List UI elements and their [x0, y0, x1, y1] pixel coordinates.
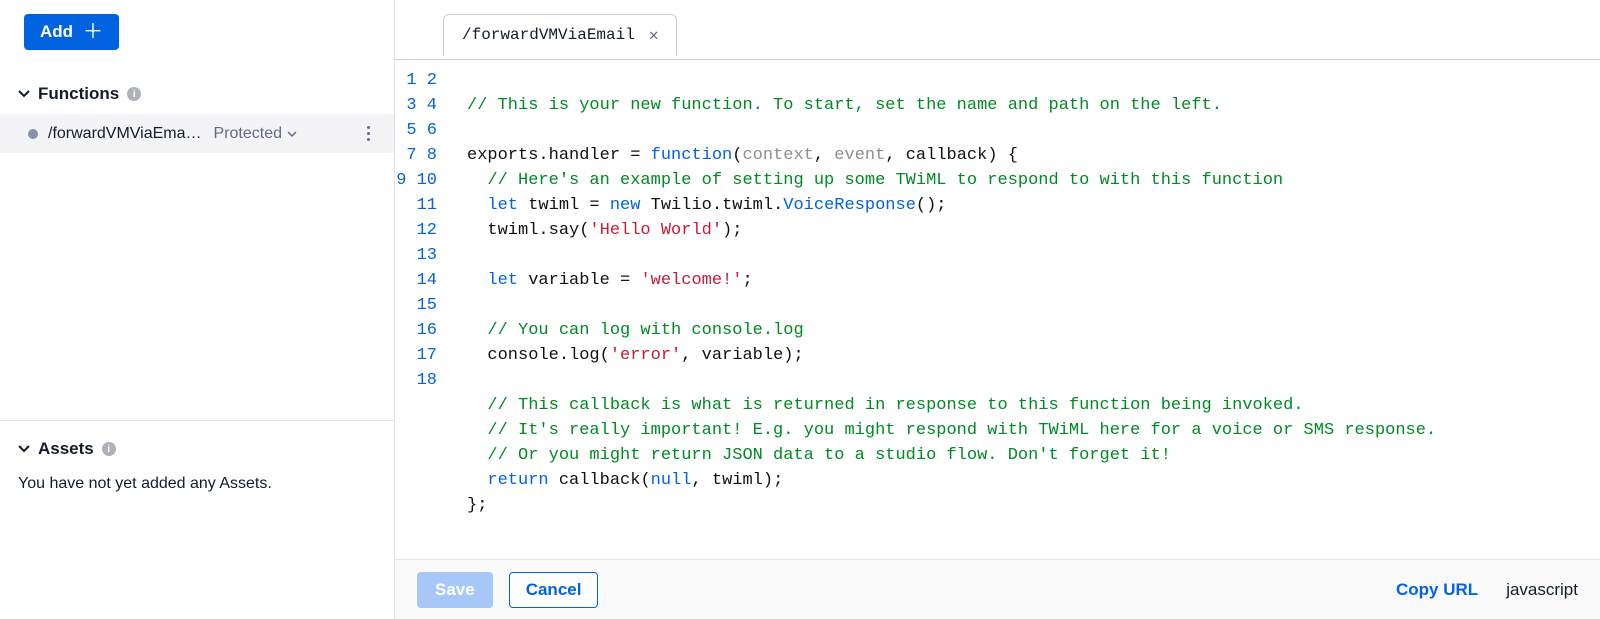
functions-header-label: Functions — [38, 84, 119, 104]
tab-title: /forwardVMViaEmail — [462, 26, 635, 44]
copy-url-link[interactable]: Copy URL — [1396, 580, 1478, 600]
protection-dropdown[interactable]: Protected — [214, 125, 298, 143]
add-button[interactable]: Add ＋ — [24, 14, 119, 50]
info-icon: i — [127, 87, 141, 101]
no-assets-text: You have not yet added any Assets. — [0, 469, 394, 499]
assets-header-label: Assets — [38, 439, 94, 459]
language-label: javascript — [1506, 580, 1578, 600]
save-button[interactable]: Save — [417, 572, 493, 608]
more-menu-button[interactable] — [359, 122, 378, 145]
add-button-label: Add — [40, 22, 73, 42]
status-dot-icon — [28, 129, 38, 139]
code-editor[interactable]: 1 2 3 4 5 6 7 8 9 10 11 12 13 14 15 16 1… — [395, 60, 1600, 559]
tab-bar: /forwardVMViaEmail ✕ — [395, 0, 1600, 60]
chevron-down-icon — [18, 88, 30, 100]
sidebar: Add ＋ Functions i /forwardVMViaEma… Prot… — [0, 0, 395, 619]
code-area[interactable]: // This is your new function. To start, … — [447, 60, 1600, 559]
chevron-down-icon — [18, 443, 30, 455]
editor-footer: Save Cancel Copy URL javascript — [395, 559, 1600, 619]
close-icon[interactable]: ✕ — [649, 25, 659, 45]
plus-icon: ＋ — [83, 22, 103, 42]
editor-tab[interactable]: /forwardVMViaEmail ✕ — [443, 14, 677, 56]
assets-header[interactable]: Assets i — [0, 429, 394, 469]
editor-pane: /forwardVMViaEmail ✕ 1 2 3 4 5 6 7 8 9 1… — [395, 0, 1600, 619]
info-icon: i — [102, 442, 116, 456]
assets-section: Assets i You have not yet added any Asse… — [0, 420, 394, 619]
function-name: /forwardVMViaEma… — [48, 125, 202, 143]
chevron-down-icon — [286, 128, 298, 140]
function-list-item[interactable]: /forwardVMViaEma… Protected — [0, 114, 394, 153]
line-gutter: 1 2 3 4 5 6 7 8 9 10 11 12 13 14 15 16 1… — [395, 60, 447, 559]
cancel-button[interactable]: Cancel — [509, 572, 599, 608]
protection-label: Protected — [214, 125, 282, 143]
functions-header[interactable]: Functions i — [0, 74, 394, 114]
